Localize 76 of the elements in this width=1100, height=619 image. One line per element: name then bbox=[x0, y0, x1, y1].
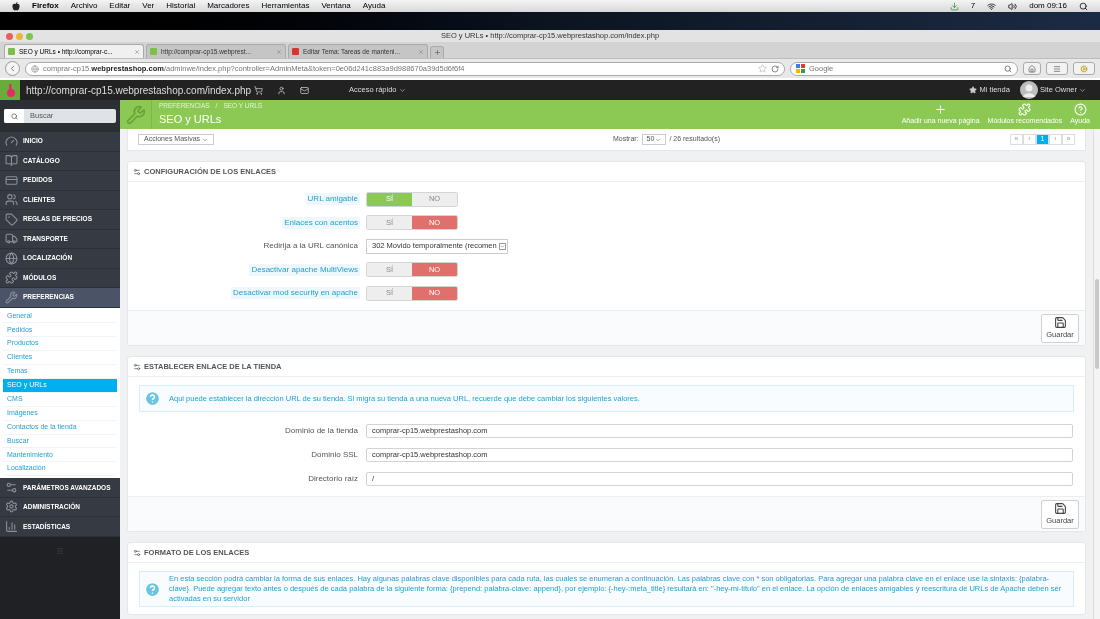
gauge-icon bbox=[5, 134, 18, 148]
users-icon bbox=[5, 193, 18, 207]
tag-icon bbox=[5, 212, 18, 226]
search-icon bbox=[10, 112, 18, 120]
field-label: Dominio SSL bbox=[310, 449, 359, 461]
field-label: Dominio de la tienda bbox=[284, 425, 359, 437]
scrollbar[interactable] bbox=[1093, 129, 1100, 619]
field-label: Redirija a la URL canónica bbox=[262, 240, 359, 252]
field-label: Desactivar apache MultiViews bbox=[249, 263, 360, 276]
field-label: Enlaces con acentos bbox=[282, 216, 360, 229]
truck-icon bbox=[5, 232, 18, 246]
caret-icon bbox=[655, 136, 662, 143]
close-tab-icon[interactable] bbox=[276, 48, 282, 55]
cart-icon[interactable] bbox=[254, 85, 263, 95]
wrench-icon bbox=[5, 290, 18, 304]
close-tab-icon[interactable] bbox=[134, 48, 140, 55]
user-icon[interactable] bbox=[277, 85, 286, 95]
menu-item[interactable]: Ayuda bbox=[362, 0, 386, 12]
clock[interactable]: dom 09:16 bbox=[1029, 0, 1067, 12]
caret-icon bbox=[398, 86, 406, 94]
bar-chart-icon bbox=[5, 519, 18, 533]
puzzle-icon bbox=[1018, 102, 1032, 116]
status-badge[interactable]: 7 bbox=[970, 0, 976, 12]
menu-item[interactable]: Historial bbox=[166, 0, 196, 12]
favicon-icon bbox=[292, 48, 299, 55]
bookmark-star-icon[interactable] bbox=[758, 64, 767, 73]
wrench-icon bbox=[125, 104, 146, 125]
menu-item[interactable]: Editar bbox=[109, 0, 131, 12]
help-icon bbox=[1073, 102, 1087, 116]
gear-icon bbox=[1080, 64, 1088, 73]
menu-item[interactable]: Ventana bbox=[321, 0, 351, 12]
dropdown-icon bbox=[498, 242, 506, 250]
download-icon[interactable] bbox=[949, 1, 959, 11]
search-engine-icon[interactable] bbox=[796, 64, 805, 73]
back-icon bbox=[8, 64, 17, 73]
field-label: Directorio raíz bbox=[307, 473, 359, 485]
field-label: Desactivar mod security en apache bbox=[231, 287, 360, 299]
reload-icon[interactable] bbox=[771, 64, 779, 73]
puzzle-icon bbox=[5, 271, 18, 285]
page-title: SEO y URLs bbox=[159, 112, 223, 128]
menu-item[interactable]: Herramientas bbox=[261, 0, 310, 12]
menu-item[interactable]: Archivo bbox=[70, 0, 98, 12]
caret-icon bbox=[1079, 86, 1086, 94]
favicon-icon bbox=[150, 48, 157, 55]
gear-icon bbox=[5, 500, 18, 514]
field-label: URL amigable bbox=[305, 193, 360, 205]
search-icon[interactable] bbox=[1004, 64, 1012, 73]
logo-icon[interactable] bbox=[12, 1, 20, 11]
favicon-icon bbox=[8, 48, 15, 55]
card-icon bbox=[5, 173, 18, 187]
book-icon bbox=[5, 154, 18, 168]
menu-item[interactable]: Ver bbox=[142, 0, 155, 12]
close-tab-icon[interactable] bbox=[418, 48, 424, 55]
caret-icon bbox=[202, 136, 209, 143]
help-icon bbox=[144, 580, 161, 598]
search-icon[interactable] bbox=[1079, 1, 1088, 11]
globe-icon bbox=[31, 64, 39, 73]
new-tab-button[interactable] bbox=[430, 46, 444, 58]
home-icon bbox=[1028, 64, 1036, 73]
toolbar-button[interactable] bbox=[1046, 62, 1068, 75]
avatar-icon[interactable] bbox=[1019, 81, 1038, 99]
volume-icon[interactable] bbox=[1008, 1, 1018, 11]
plus-icon bbox=[433, 49, 441, 56]
menu-icon bbox=[1053, 64, 1061, 73]
help-icon bbox=[144, 390, 161, 407]
home-button[interactable] bbox=[1023, 62, 1041, 75]
mail-icon[interactable] bbox=[300, 85, 309, 95]
plus-icon bbox=[934, 102, 948, 116]
star-icon bbox=[969, 86, 978, 94]
app-menu[interactable]: Firefox bbox=[32, 0, 59, 12]
shop-url[interactable]: http://comprar-cp15.webprestashop.com/index.php bbox=[26, 82, 254, 98]
back-button[interactable] bbox=[5, 61, 20, 76]
addon-button[interactable] bbox=[1073, 62, 1095, 75]
globe-icon bbox=[5, 251, 18, 265]
menu-item[interactable]: Marcadores bbox=[207, 0, 250, 12]
wifi-icon[interactable] bbox=[987, 1, 997, 11]
